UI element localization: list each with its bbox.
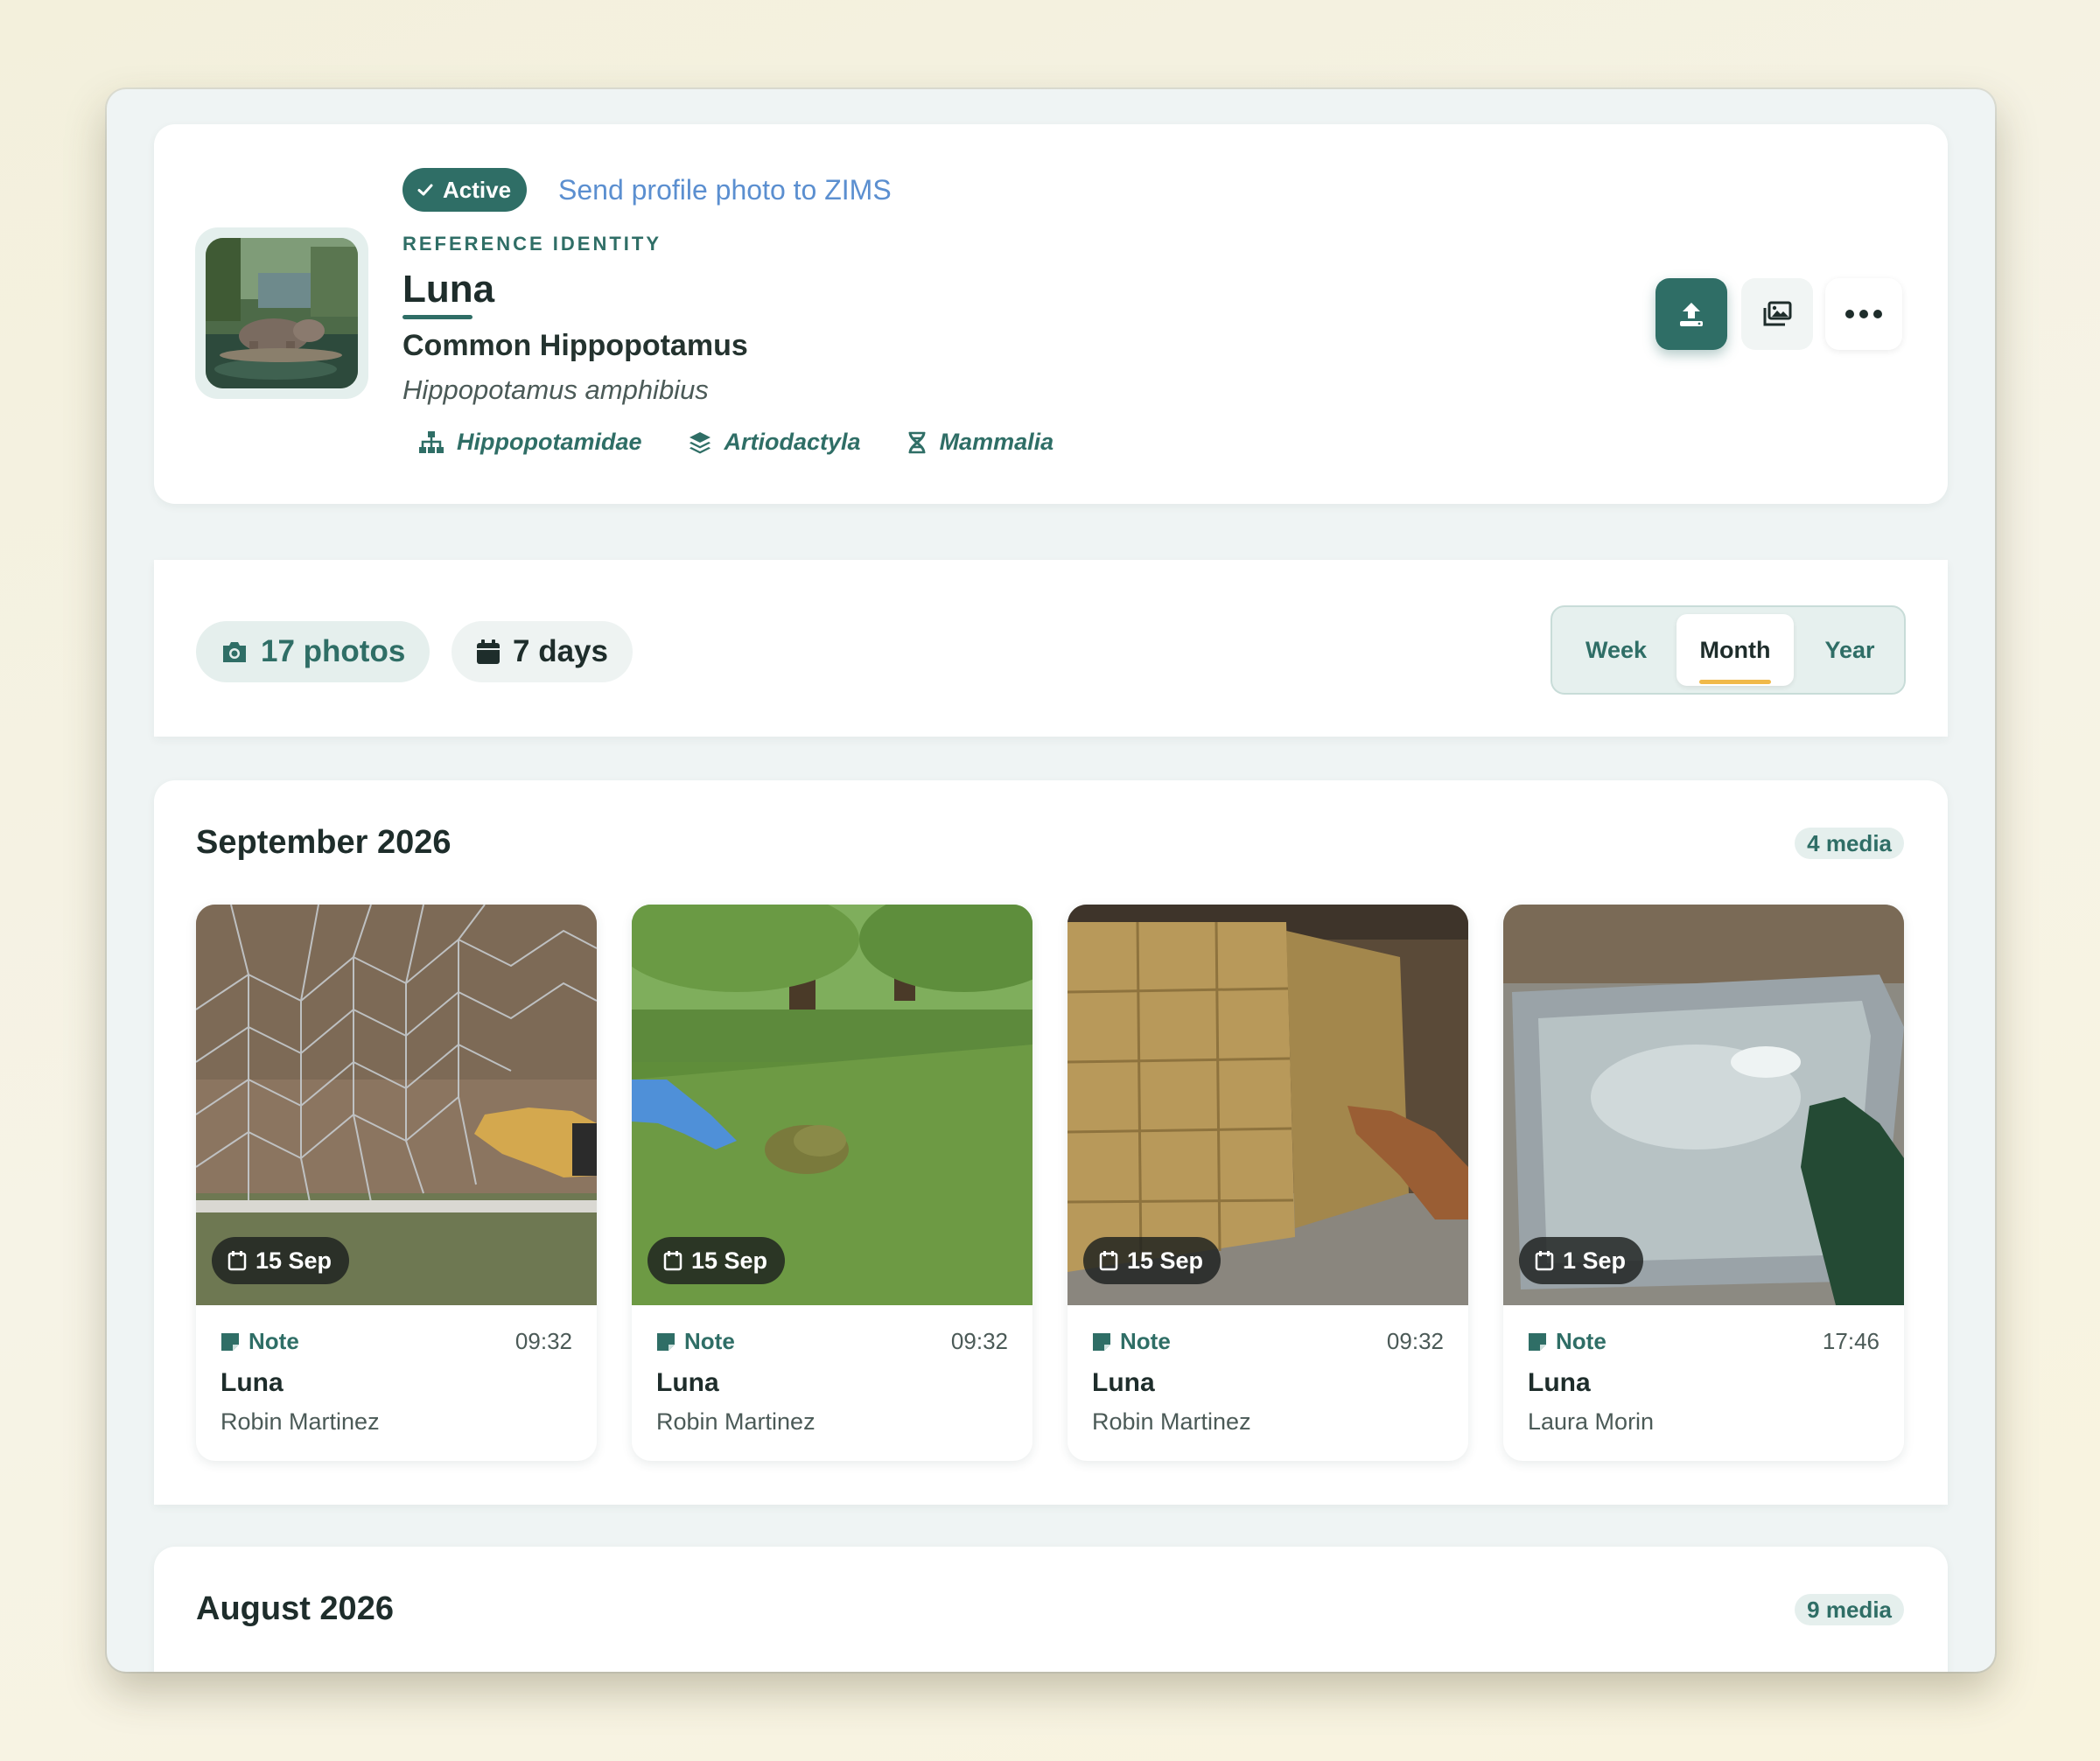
- media-time: 09:32: [1386, 1328, 1444, 1354]
- photos-count-chip[interactable]: 17 photos: [196, 621, 430, 682]
- media-type-label: Note: [1556, 1328, 1606, 1354]
- profile-photo[interactable]: [206, 238, 358, 388]
- taxon-class[interactable]: Mammalia: [906, 429, 1054, 456]
- date-badge: 1 Sep: [1519, 1237, 1644, 1284]
- scientific-name: Hippopotamus amphibius: [402, 374, 709, 405]
- month-title: August 2026: [196, 1590, 394, 1627]
- period-month[interactable]: Month: [1676, 614, 1794, 686]
- calendar-outline-icon: [1535, 1251, 1554, 1271]
- calendar-outline-icon: [1099, 1251, 1118, 1271]
- period-year[interactable]: Year: [1799, 614, 1900, 686]
- filter-bar: 17 photos 7 days Week Month Year: [154, 560, 1948, 737]
- media-author: Laura Morin: [1528, 1408, 1655, 1435]
- note-icon: [1093, 1332, 1110, 1351]
- media-subject: Luna: [1528, 1368, 1591, 1397]
- media-type: Note: [1528, 1328, 1606, 1355]
- photos-count: 17 photos: [261, 634, 406, 668]
- reference-identity-label: REFERENCE IDENTITY: [402, 233, 662, 255]
- avatar-frame: [195, 227, 368, 399]
- camera-icon: [223, 642, 246, 662]
- month-section-august: August 2026 9 media: [154, 1547, 1948, 1672]
- media-count-badge: 4 media: [1795, 828, 1904, 859]
- media-type-label: Note: [684, 1328, 735, 1354]
- layers-icon: [689, 431, 710, 453]
- status-badge: Active: [402, 168, 528, 212]
- date-label: 15 Sep: [691, 1247, 768, 1274]
- more-options-button[interactable]: [1825, 278, 1902, 350]
- media-card[interactable]: 1 Sep Note 17:46 Luna Laura Morin: [1503, 905, 1904, 1461]
- media-time: 09:32: [950, 1328, 1008, 1354]
- date-label: 15 Sep: [1127, 1247, 1204, 1274]
- media-type: Note: [1092, 1328, 1171, 1355]
- media-subject: Luna: [1092, 1368, 1155, 1397]
- profile-card: Active Send profile photo to ZIMS REFERE…: [154, 124, 1948, 504]
- calendar-outline-icon: [228, 1251, 247, 1271]
- send-to-zims-link[interactable]: Send profile photo to ZIMS: [558, 171, 892, 208]
- date-badge: 15 Sep: [1083, 1237, 1222, 1284]
- name-underline: [402, 315, 472, 319]
- date-label: 15 Sep: [256, 1247, 332, 1274]
- media-type-label: Note: [1120, 1328, 1171, 1354]
- media-card[interactable]: 15 Sep Note 09:32 Luna Robin Martinez: [196, 905, 597, 1461]
- days-count: 7 days: [513, 634, 608, 668]
- taxon-family-label: Hippopotamidae: [457, 429, 642, 455]
- more-icon: [1845, 310, 1882, 318]
- media-author: Robin Martinez: [656, 1408, 816, 1435]
- note-icon: [657, 1332, 675, 1351]
- media-time: 17:46: [1822, 1328, 1880, 1354]
- media-type-label: Note: [248, 1328, 299, 1354]
- taxon-order[interactable]: Artiodactyla: [688, 429, 861, 456]
- note-icon: [1529, 1332, 1546, 1351]
- media-author: Robin Martinez: [1092, 1408, 1251, 1435]
- note-icon: [221, 1332, 239, 1351]
- status-label: Active: [443, 176, 512, 203]
- gallery-icon: [1763, 301, 1792, 326]
- media-card[interactable]: 15 Sep Note 09:32 Luna Robin Martinez: [1068, 905, 1468, 1461]
- media-type: Note: [656, 1328, 735, 1355]
- date-label: 1 Sep: [1563, 1247, 1627, 1274]
- media-grid: 15 Sep Note 09:32 Luna Robin Martinez 15…: [196, 905, 1904, 1461]
- media-type: Note: [220, 1328, 299, 1355]
- calendar-icon: [477, 639, 500, 664]
- period-week[interactable]: Week: [1559, 614, 1673, 686]
- period-selector: Week Month Year: [1550, 605, 1906, 695]
- hierarchy-icon: [419, 430, 444, 453]
- month-title: September 2026: [196, 824, 452, 861]
- media-author: Robin Martinez: [220, 1408, 380, 1435]
- taxon-class-label: Mammalia: [939, 429, 1054, 455]
- upload-icon: [1680, 303, 1703, 326]
- dna-icon: [908, 431, 926, 453]
- date-badge: 15 Sep: [212, 1237, 350, 1284]
- date-badge: 15 Sep: [648, 1237, 786, 1284]
- calendar-outline-icon: [663, 1251, 682, 1271]
- media-subject: Luna: [656, 1368, 719, 1397]
- taxonomy-list: Hippopotamidae Artiodactyla Mammalia: [418, 429, 1054, 456]
- animal-name: Luna: [402, 268, 495, 311]
- media-card[interactable]: 15 Sep Note 09:32 Luna Robin Martinez: [632, 905, 1032, 1461]
- common-name: Common Hippopotamus: [402, 329, 748, 362]
- media-subject: Luna: [220, 1368, 284, 1397]
- month-section-september: September 2026 4 media 15 Sep Note 09:32…: [154, 780, 1948, 1505]
- app-window: Active Send profile photo to ZIMS REFERE…: [107, 89, 1995, 1672]
- gallery-button[interactable]: [1741, 278, 1813, 350]
- upload-button[interactable]: [1656, 278, 1727, 350]
- media-count-badge: 9 media: [1795, 1594, 1904, 1625]
- media-time: 09:32: [514, 1328, 572, 1354]
- days-count-chip[interactable]: 7 days: [452, 621, 633, 682]
- check-icon: [417, 184, 433, 196]
- taxon-order-label: Artiodactyla: [724, 429, 861, 455]
- taxon-family[interactable]: Hippopotamidae: [418, 429, 642, 456]
